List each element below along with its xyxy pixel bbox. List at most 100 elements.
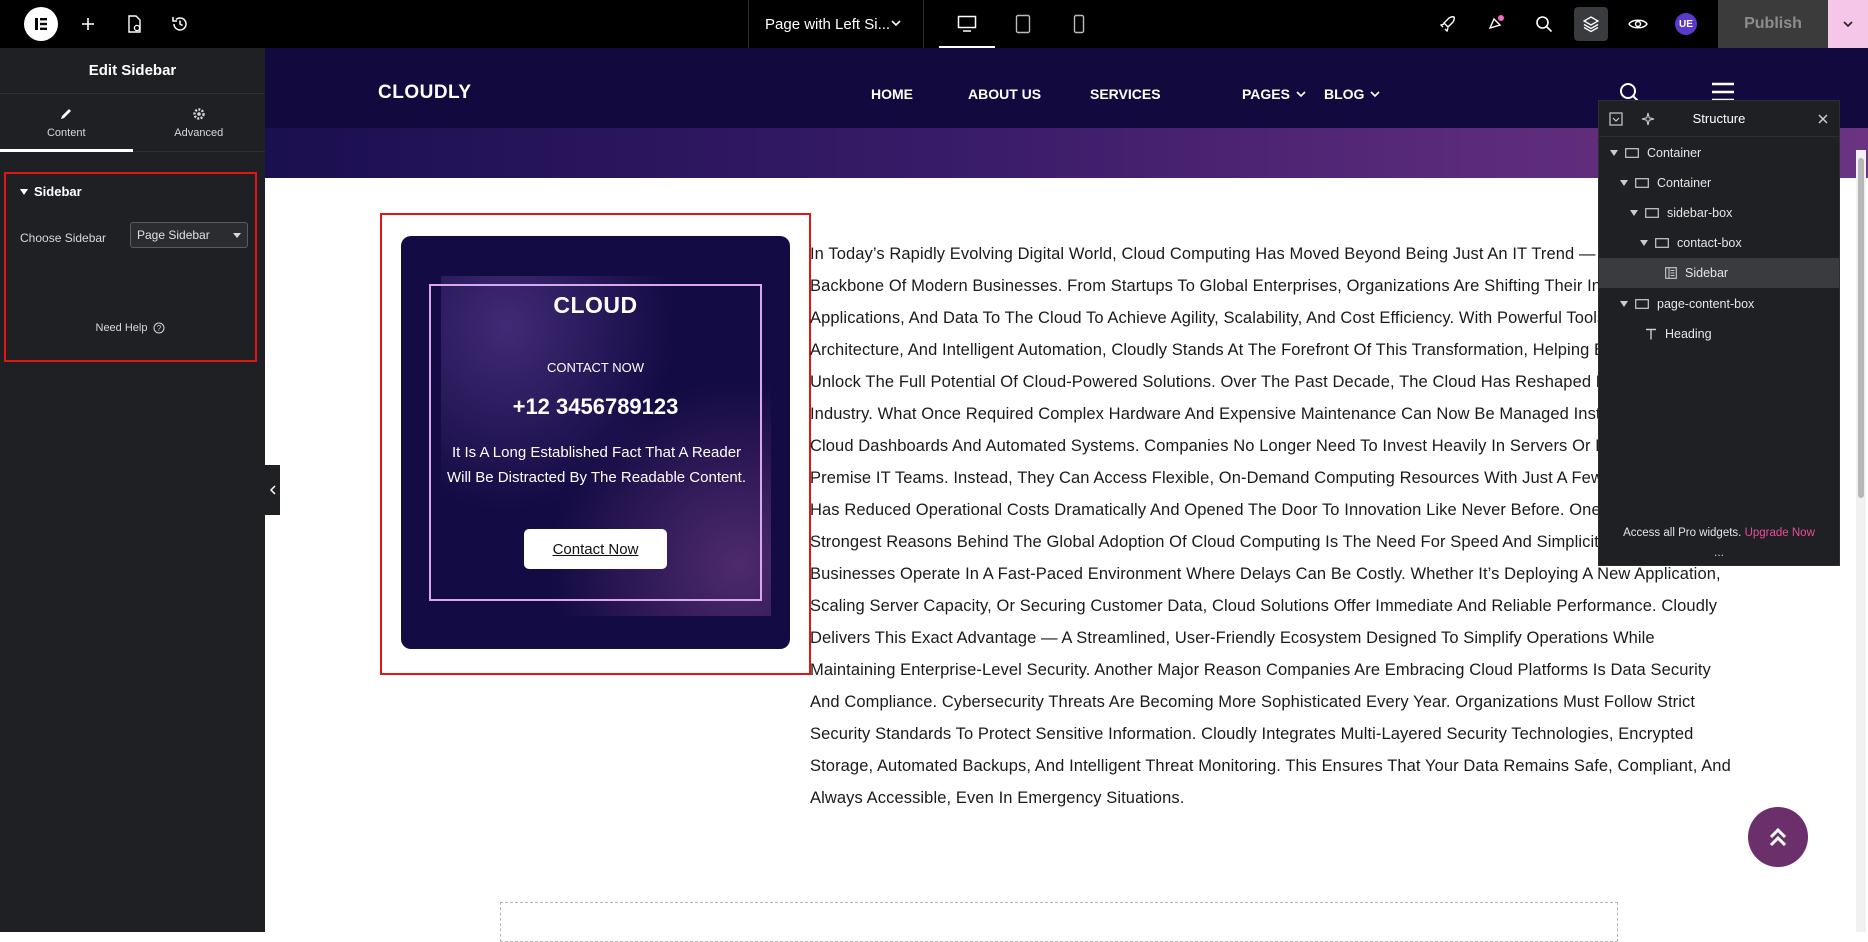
contact-box: CLOUD CONTACT NOW +12 3456789123 It Is A… xyxy=(401,236,790,649)
caret-down-icon xyxy=(233,233,241,238)
nav-pages[interactable]: PAGES xyxy=(1242,86,1307,102)
chevron-down-icon xyxy=(891,20,901,27)
nav-services[interactable]: SERVICES xyxy=(1090,86,1161,102)
page-content-heading: In Today’s Rapidly Evolving Digital Worl… xyxy=(810,245,1732,807)
resize-handle[interactable]: ... xyxy=(1599,545,1839,559)
structure-item-page-content-box[interactable]: page-content-box xyxy=(1599,289,1839,319)
caret-down-icon xyxy=(1619,180,1629,186)
contact-inner-frame: CLOUD CONTACT NOW +12 3456789123 It Is A… xyxy=(429,284,762,601)
panel-tabs: Content Advanced xyxy=(0,94,265,152)
add-element-icon[interactable] xyxy=(72,0,104,48)
preview-eye-icon[interactable] xyxy=(1622,0,1654,48)
structure-item-label: Sidebar xyxy=(1685,266,1729,280)
caret-down-icon xyxy=(20,188,28,195)
contact-now-button[interactable]: Contact Now xyxy=(524,529,667,569)
ai-sparkle-icon[interactable] xyxy=(1641,112,1655,126)
structure-item-heading[interactable]: Heading xyxy=(1599,319,1839,349)
structure-item-label: Container xyxy=(1647,146,1702,160)
contact-phone[interactable]: +12 3456789123 xyxy=(431,394,760,420)
page-settings-icon[interactable] xyxy=(118,0,150,48)
hamburger-menu-icon[interactable] xyxy=(1711,82,1735,102)
nav-label: HOME xyxy=(871,86,913,102)
scrollbar-thumb[interactable] xyxy=(1858,158,1864,498)
contact-card-title: CLOUD xyxy=(553,292,638,318)
heading-icon xyxy=(1646,328,1656,340)
caret-down-icon xyxy=(1639,240,1649,246)
chevron-down-icon xyxy=(1296,91,1306,98)
nav-blog[interactable]: BLOG xyxy=(1324,86,1381,102)
editor-top-bar: Page with Left Si... UE Publish xyxy=(0,0,1868,48)
editor-panel: Edit Sidebar Content Advanced Sidebar Ch… xyxy=(0,48,265,932)
chevron-left-icon xyxy=(269,485,276,495)
close-icon[interactable] xyxy=(1817,113,1829,125)
structure-item-label: Container xyxy=(1657,176,1712,190)
tablet-view-icon[interactable] xyxy=(995,0,1051,48)
mobile-view-icon[interactable] xyxy=(1051,0,1107,48)
upgrade-now-link[interactable]: Upgrade Now xyxy=(1745,527,1815,539)
page-name: Page with Left Si... xyxy=(765,15,891,33)
help-circle-icon: ? xyxy=(153,322,165,334)
container-icon xyxy=(1625,148,1639,158)
history-icon[interactable] xyxy=(164,0,196,48)
rocket-icon[interactable] xyxy=(1432,0,1464,48)
desktop-view-icon[interactable] xyxy=(939,0,995,48)
whats-new-icon[interactable] xyxy=(1480,0,1512,48)
structure-item-label: sidebar-box xyxy=(1667,206,1733,220)
structure-header: Structure xyxy=(1599,101,1839,137)
tab-content-label: Content xyxy=(46,126,86,139)
contact-card-text: It Is A Long Established Fact That A Rea… xyxy=(446,444,747,486)
panel-title: Edit Sidebar xyxy=(0,48,265,94)
pro-upgrade-notice: Access all Pro widgets. Upgrade Now xyxy=(1599,527,1839,539)
structure-item-sidebar[interactable]: Sidebar xyxy=(1599,258,1839,288)
collapse-panel-toggle[interactable] xyxy=(265,465,280,515)
section-toggle[interactable]: Sidebar xyxy=(20,184,82,199)
container-icon xyxy=(1655,238,1669,248)
nav-label: BLOG xyxy=(1324,86,1365,102)
tab-advanced[interactable]: Advanced xyxy=(133,94,266,151)
caret-down-icon xyxy=(1629,210,1639,216)
site-brand[interactable]: CLOUDLY xyxy=(378,82,472,104)
nav-about-us[interactable]: ABOUT US xyxy=(968,86,1041,102)
structure-item-container[interactable]: Container xyxy=(1599,138,1839,168)
structure-layers-icon[interactable] xyxy=(1574,7,1608,41)
section-title: Sidebar xyxy=(34,184,82,199)
scroll-to-top-button[interactable] xyxy=(1748,807,1808,867)
chevron-down-icon xyxy=(1843,21,1853,28)
publish-button[interactable]: Publish xyxy=(1718,0,1828,48)
choose-sidebar-select[interactable]: Page Sidebar xyxy=(130,222,248,248)
need-help-link[interactable]: Need Help ? xyxy=(6,322,255,334)
sidebar-widget-icon xyxy=(1665,267,1677,279)
chevron-down-icon xyxy=(1370,91,1381,98)
svg-text:?: ? xyxy=(157,324,162,333)
structure-item-label: page-content-box xyxy=(1657,297,1755,311)
elementor-logo-icon[interactable] xyxy=(24,7,58,41)
choose-sidebar-label: Choose Sidebar xyxy=(20,231,107,245)
pro-notice-text: Access all Pro widgets. xyxy=(1623,527,1742,539)
structure-item-container[interactable]: Container xyxy=(1599,168,1839,198)
structure-panel: Structure Container Container sidebar-bo… xyxy=(1598,100,1840,566)
caret-down-icon xyxy=(1619,301,1629,307)
empty-drop-section[interactable] xyxy=(500,902,1618,942)
container-icon xyxy=(1645,208,1659,218)
structure-item-contact-box[interactable]: contact-box xyxy=(1599,228,1839,258)
gear-icon xyxy=(193,107,205,120)
structure-title: Structure xyxy=(1692,111,1746,126)
search-icon[interactable] xyxy=(1528,0,1560,48)
tab-advanced-label: Advanced xyxy=(174,126,224,139)
structure-item-sidebar-box[interactable]: sidebar-box xyxy=(1599,198,1839,228)
double-chevron-up-icon xyxy=(1769,827,1787,847)
contact-card-subtitle: CONTACT NOW xyxy=(546,360,644,375)
need-help-label: Need Help xyxy=(95,322,148,334)
page-scrollbar[interactable] xyxy=(1856,150,1866,932)
nav-label: PAGES xyxy=(1242,86,1290,102)
container-icon xyxy=(1635,299,1649,309)
page-selector[interactable]: Page with Left Si... xyxy=(748,0,924,48)
tab-content[interactable]: Content xyxy=(0,94,133,152)
publish-options-button[interactable] xyxy=(1828,0,1868,48)
user-avatar[interactable]: UE xyxy=(1675,13,1697,35)
nav-home[interactable]: HOME xyxy=(871,86,913,102)
collapse-all-icon[interactable] xyxy=(1609,112,1623,126)
sidebar-section: Sidebar Choose Sidebar Page Sidebar Need… xyxy=(4,172,257,362)
structure-item-label: Heading xyxy=(1665,327,1712,341)
nav-label: ABOUT US xyxy=(968,86,1042,102)
